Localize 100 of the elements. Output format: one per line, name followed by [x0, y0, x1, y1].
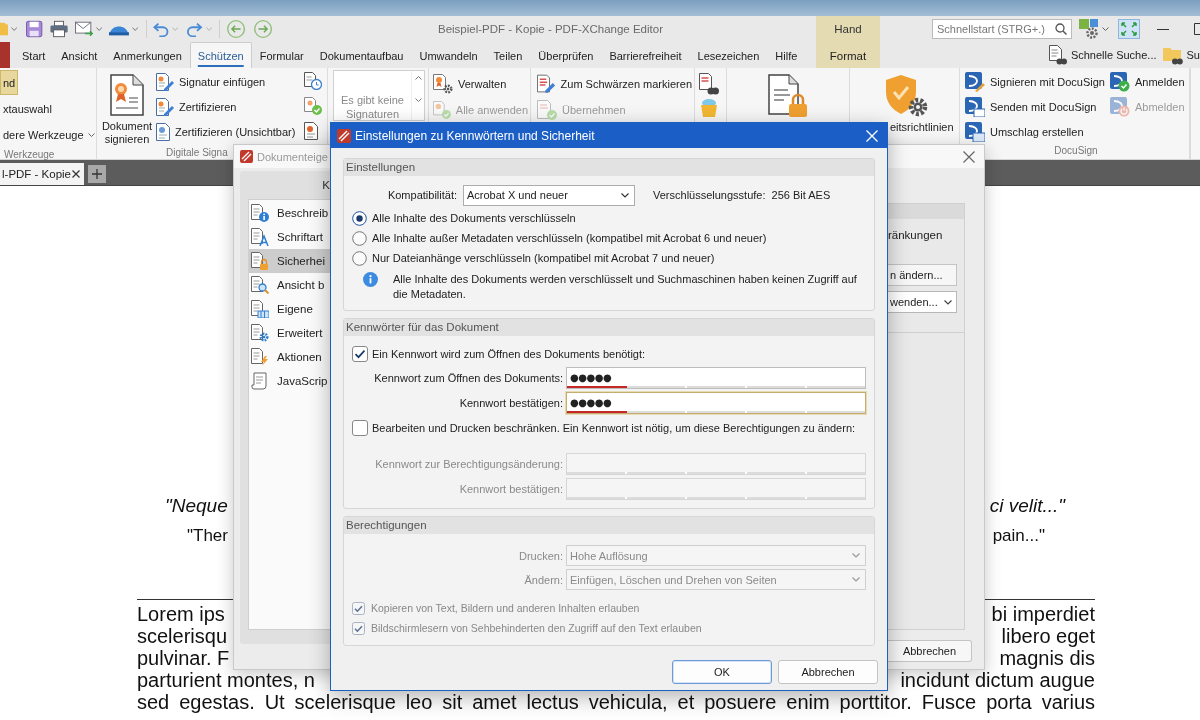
save-icon[interactable] [26, 20, 43, 38]
change-button[interactable]: n ändern... [888, 264, 957, 286]
expand-icon[interactable] [1118, 19, 1140, 39]
checkbox[interactable] [352, 420, 368, 436]
tool-button[interactable]: dere Werkzeuge [0, 122, 98, 147]
category-item[interactable]: Erweitert [249, 321, 330, 345]
caret-icon [944, 299, 952, 305]
document-clock-icon[interactable] [304, 72, 322, 90]
close-icon[interactable] [72, 170, 80, 178]
category-item[interactable]: Sicherhei [249, 249, 330, 273]
ribbon-tab[interactable]: Anmerkungen [105, 42, 190, 68]
print-icon[interactable] [49, 20, 68, 38]
radio-button[interactable] [352, 210, 367, 226]
ribbon-button[interactable]: Signatur einfügen [154, 70, 304, 94]
radio-label[interactable]: Alle Inhalte außer Metadaten verschlüsseln (kompatibel mit Acrobat 6 und neuer) [372, 232, 767, 244]
category-item[interactable]: Schriftart [249, 225, 330, 249]
ribbon-button[interactable]: Anmelden [1108, 70, 1187, 94]
document-lock-icon[interactable] [768, 74, 808, 118]
ribbon-tab[interactable]: Lesezeichen [689, 42, 768, 68]
certificate-document-icon [110, 74, 144, 116]
caret-icon[interactable] [11, 27, 18, 31]
checkbox-label[interactable]: Bearbeiten und Drucken beschränken. Ein Kennwort ist nötig, um diese Berechtigungen zu ändern: [372, 422, 856, 434]
tile-power-icon [1110, 97, 1130, 117]
ribbon-button[interactable]: Zertifizieren (Unsichtbar) [154, 120, 304, 144]
ribbon-button[interactable]: Zertifizieren [154, 95, 304, 119]
radio-button[interactable] [352, 250, 367, 266]
scroll-icon [251, 372, 269, 390]
radio-label[interactable]: Nur Dateianhänge verschlüsseln (kompatibel mit Acrobat 7 und neuer) [372, 252, 715, 264]
radio-button[interactable] [352, 230, 367, 246]
tiles-gear-icon[interactable] [1079, 19, 1099, 39]
contextual-group-label: Hand [833, 22, 863, 37]
checkbox-label[interactable]: Ein Kennwort wird zum Öffnen des Dokuments benötigt: [372, 348, 646, 360]
field-label: Kennwort zum Öffnen des Dokuments: [373, 372, 563, 384]
category-item[interactable]: Ansicht b [249, 273, 330, 297]
ribbon-tab[interactable]: Umwandeln [411, 42, 486, 68]
document-tab[interactable]: l-PDF - Kopie [0, 163, 84, 185]
ribbon-tab[interactable]: Überprüfen [530, 42, 602, 68]
chevron-up-icon[interactable] [414, 76, 422, 80]
category-item[interactable]: JavaScrip [249, 369, 330, 393]
caret-icon[interactable] [132, 27, 139, 31]
password-field[interactable]: ●●●●● [566, 392, 866, 414]
quick-find-button[interactable]: Schnelle Suche... [1048, 45, 1157, 65]
ribbon-tab[interactable]: Ansicht [53, 42, 106, 68]
ribbon-tab[interactable]: Format [816, 42, 880, 68]
ribbon-tab[interactable]: Schützen [189, 42, 252, 68]
caret-icon [852, 577, 860, 582]
dropdown-select[interactable]: wenden... [888, 291, 957, 313]
ribbon-tab[interactable]: Start [14, 42, 54, 68]
redo-icon[interactable] [187, 21, 203, 37]
app-logo-icon [240, 150, 253, 163]
ribbon-tab[interactable]: Barrierefreiheit [601, 42, 690, 68]
ribbon-button[interactable]: Zum Schwärzen markieren [535, 71, 694, 97]
paragraph-text: scelerisqu [137, 625, 228, 647]
ribbon-tab[interactable]: Teilen [485, 42, 531, 68]
tool-button[interactable]: xtauswahl [0, 96, 55, 121]
paragraph-text: pulvinar. F [137, 647, 230, 669]
quick-find-button[interactable]: Su [1162, 45, 1200, 65]
close-icon[interactable] [963, 150, 975, 163]
maximize-icon[interactable] [1194, 23, 1200, 35]
paragraph-text: magnis dis [999, 647, 1095, 669]
shield-gear-icon[interactable] [885, 74, 929, 118]
tile-envelope-icon [965, 97, 985, 117]
document-check-icon[interactable] [304, 97, 322, 115]
plus-icon [92, 169, 102, 179]
ok-button[interactable]: OK [672, 660, 772, 684]
radio-label[interactable]: Alle Inhalte des Dokuments verschlüsseln [372, 212, 576, 224]
category-item[interactable]: Eigene [249, 297, 330, 321]
ribbon-tab[interactable]: Hilfe [767, 42, 806, 68]
dialog-title: Einstellungen zu Kennwörtern und Sicherheit [355, 128, 595, 143]
signature-gallery[interactable]: Es gibt keine Signaturen [333, 70, 425, 121]
undo-icon[interactable] [153, 21, 169, 37]
ribbon-tab[interactable]: Formular [251, 42, 312, 68]
cancel-button[interactable]: Abbrechen [888, 640, 972, 662]
chevron-down-icon[interactable] [414, 98, 422, 102]
caret-icon[interactable] [95, 27, 103, 31]
sign-document-button[interactable]: Dokument signieren [100, 70, 154, 146]
search-field[interactable]: Schnellstart (STRG+.) [932, 19, 1072, 39]
paragraph-text: libero eget [1001, 625, 1095, 647]
category-item[interactable]: Aktionen [249, 345, 330, 369]
field-label: Kennwort zur Berechtigungsänderung: [374, 458, 563, 470]
ribbon-button-label[interactable]: eitsrichtlinien [890, 121, 954, 133]
field-value: 256 Bit AES [771, 189, 831, 201]
mail-icon[interactable] [74, 21, 93, 37]
ribbon-button[interactable]: Umschlag erstellen [963, 120, 1086, 144]
ribbon-button[interactable]: Signieren mit DocuSign [963, 70, 1107, 94]
minimize-icon[interactable] [1157, 28, 1169, 30]
checkbox[interactable] [352, 346, 368, 362]
new-tab-button[interactable] [88, 165, 106, 183]
ribbon-tab[interactable]: Dokumentaufbau [311, 42, 412, 68]
tool-button[interactable]: nd [0, 70, 19, 95]
dropdown-select[interactable]: Acrobat X und neuer [463, 184, 635, 206]
ribbon-button[interactable]: Verwalten [431, 71, 530, 97]
document-seal-icon[interactable] [304, 122, 318, 140]
category-item[interactable]: Beschreib [249, 201, 330, 225]
cancel-button[interactable]: Abbrechen [778, 660, 878, 684]
search-icon[interactable] [1055, 23, 1067, 35]
caret-icon[interactable] [1102, 27, 1109, 31]
ribbon-button[interactable]: Senden mit DocuSign [963, 95, 1099, 119]
document-binoculars-icon[interactable] [699, 73, 719, 95]
password-field[interactable]: ●●●●● [566, 367, 866, 389]
